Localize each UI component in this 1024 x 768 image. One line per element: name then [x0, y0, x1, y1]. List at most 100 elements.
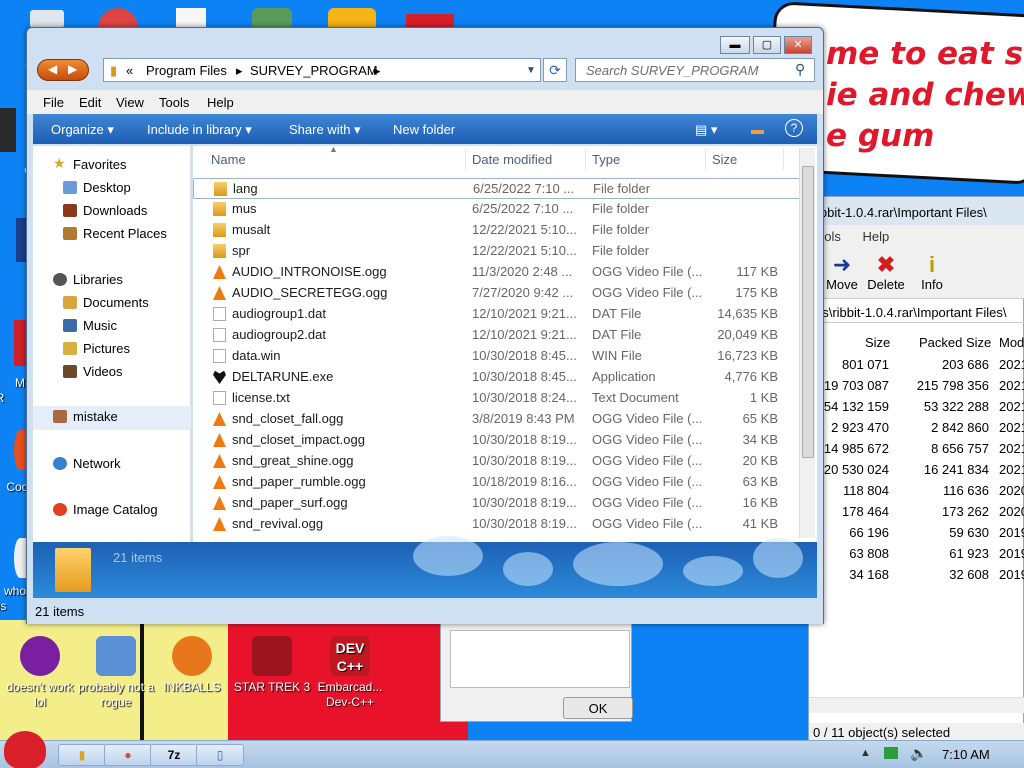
file-row[interactable]: snd_paper_rumble.ogg 10/18/2019 8:16... OG… [193, 472, 803, 493]
col-size[interactable]: Size [865, 335, 890, 350]
address-dropdown-icon[interactable]: ▼ [526, 65, 536, 76]
col-modified[interactable]: Mod [999, 335, 1024, 350]
back-forward-buttons[interactable]: ◀ ▶ [37, 59, 89, 81]
nav-mistake[interactable]: mistake [33, 406, 191, 430]
file-row[interactable]: audiogroup2.dat 12/10/2021 9:21... DAT Fil… [193, 325, 803, 346]
info-button[interactable]: i Info [909, 253, 955, 293]
include-library-button[interactable]: Include in library ▾ [147, 122, 252, 138]
file-row[interactable]: lang 6/25/2022 7:10 ... File folder [193, 178, 803, 199]
vertical-scrollbar[interactable] [799, 148, 815, 538]
nav-recent-places[interactable]: Recent Places [33, 223, 191, 245]
organize-button[interactable]: Organize ▾ [51, 122, 114, 138]
desktop-icon-probably[interactable]: probably not a rogue [76, 636, 156, 710]
breadcrumb-program-files[interactable]: Program Files [146, 63, 227, 78]
file-row[interactable]: data.win 10/30/2018 8:45... WIN File 16,723… [193, 346, 803, 367]
nav-music[interactable]: Music [33, 315, 191, 337]
tray-expand-icon[interactable]: ▲ [860, 747, 871, 759]
archive-row[interactable]: 19 703 087 215 798 356 2021 [809, 376, 1024, 397]
file-row[interactable]: mus 6/25/2022 7:10 ... File folder [193, 199, 803, 220]
file-row[interactable]: snd_paper_surf.ogg 10/30/2018 8:19... OGG … [193, 493, 803, 514]
archive-hscrollbar[interactable] [809, 697, 1024, 713]
desktop-icon-devcpp[interactable]: DEV C++ Embarcad... Dev-C++ [310, 636, 390, 710]
file-row[interactable]: DELTARUNE.exe 10/30/2018 8:45... Applicati… [193, 367, 803, 388]
delete-button[interactable]: ✖ Delete [863, 253, 909, 293]
file-row[interactable]: license.txt 10/30/2018 8:24... Text Docume… [193, 388, 803, 409]
maximize-button[interactable]: ▢ [753, 36, 781, 54]
archive-row[interactable]: 2 923 470 2 842 860 2021 [809, 418, 1024, 439]
breadcrumb-survey-program[interactable]: SURVEY_PROGRAM [250, 63, 378, 78]
nav-favorites[interactable]: ★ Favorites [33, 154, 191, 176]
archive-row[interactable]: 20 530 024 16 241 834 2021 [809, 460, 1024, 481]
file-row[interactable]: snd_closet_fall.ogg 3/8/2019 8:43 PM OGG V… [193, 409, 803, 430]
column-separator[interactable] [585, 148, 586, 170]
nav-desktop[interactable]: Desktop [33, 177, 191, 199]
taskbar-chrome-button[interactable]: ● [104, 744, 152, 766]
nav-pictures[interactable]: Pictures [33, 338, 191, 360]
file-row[interactable]: spr 12/22/2021 5:10... File folder [193, 241, 803, 262]
forward-arrow-icon[interactable]: ▶ [68, 62, 77, 76]
explorer-window[interactable]: ▬ ▢ ✕ ◀ ▶ ▮ « Program Files ▸ SURVEY_PRO… [26, 27, 824, 624]
start-button-angry-bird-icon[interactable] [4, 731, 46, 768]
column-separator[interactable] [783, 148, 784, 170]
archive-path[interactable]: ds\ribbit-1.0.4.rar\Important Files\ [809, 303, 1024, 323]
desktop-icon-yahoo[interactable]: doesn't work lol [0, 636, 80, 710]
archive-row[interactable]: 178 464 173 262 2020 [809, 502, 1024, 523]
archive-row[interactable]: 34 168 32 608 2019 [809, 565, 1024, 586]
taskbar-clock[interactable]: 7:10 AM [942, 747, 990, 762]
menu-tools[interactable]: Tools [159, 95, 189, 110]
file-row[interactable]: snd_closet_impact.ogg 10/30/2018 8:19... O… [193, 430, 803, 451]
refresh-button[interactable]: ⟳ [543, 58, 567, 82]
nav-image-catalog[interactable]: Image Catalog [33, 499, 191, 521]
ok-button[interactable]: OK [563, 697, 633, 719]
move-button[interactable]: ➜ Move [819, 253, 865, 293]
view-options-icon[interactable]: ▤ ▾ [695, 122, 717, 138]
file-row[interactable]: audiogroup1.dat 12/10/2021 9:21... DAT Fil… [193, 304, 803, 325]
file-row[interactable]: snd_revival.ogg 10/30/2018 8:19... OGG Vid… [193, 514, 803, 535]
column-date-modified[interactable]: Date modified [472, 152, 552, 167]
archive-row[interactable]: 63 808 61 923 2019 [809, 544, 1024, 565]
file-row[interactable]: AUDIO_SECRETEGG.ogg 7/27/2020 9:42 ... OGG… [193, 283, 803, 304]
nav-videos[interactable]: Videos [33, 361, 191, 383]
nav-documents[interactable]: Documents [33, 292, 191, 314]
breadcrumb-separator-icon[interactable]: ▸ [374, 63, 381, 79]
nav-downloads[interactable]: Downloads [33, 200, 191, 222]
share-with-button[interactable]: Share with ▾ [289, 122, 361, 138]
taskbar-notepad-button[interactable]: ▯ [196, 744, 244, 766]
scrollbar-thumb[interactable] [802, 166, 814, 458]
back-arrow-icon[interactable]: ◀ [48, 62, 57, 76]
archive-row[interactable]: 118 804 116 636 2020 [809, 481, 1024, 502]
menu-help[interactable]: Help [207, 95, 234, 110]
column-type[interactable]: Type [592, 152, 620, 167]
archive-row[interactable]: 801 071 203 686 2021 [809, 355, 1024, 376]
search-icon[interactable]: ⚲ [795, 61, 805, 78]
column-name[interactable]: Name [211, 152, 246, 167]
file-row[interactable]: AUDIO_INTRONOISE.ogg 11/3/2020 2:48 ... OG… [193, 262, 803, 283]
minimize-button[interactable]: ▬ [720, 36, 750, 54]
taskbar-7zip-button[interactable]: 7z [150, 744, 198, 766]
breadcrumb-separator-icon[interactable]: ▸ [236, 63, 243, 79]
nav-network[interactable]: Network [33, 453, 191, 475]
taskbar-explorer-button[interactable]: ▮ [58, 744, 106, 766]
archive-row[interactable]: 66 196 59 630 2019 [809, 523, 1024, 544]
address-bar[interactable]: ▮ « Program Files ▸ SURVEY_PROGRAM ▸ ▼ [103, 58, 541, 82]
menu-help[interactable]: Help [862, 229, 889, 244]
column-separator[interactable] [465, 148, 466, 170]
col-packed[interactable]: Packed Size [919, 335, 991, 350]
desktop-icon-inkballs[interactable]: INKBALLS [152, 636, 232, 695]
tray-battery-icon[interactable] [884, 747, 898, 759]
tray-volume-icon[interactable]: 🔈 [910, 745, 927, 762]
column-separator[interactable] [705, 148, 706, 170]
search-input[interactable]: Search SURVEY_PROGRAM [575, 58, 815, 82]
menu-view[interactable]: View [116, 95, 144, 110]
file-row[interactable]: snd_great_shine.ogg 10/30/2018 8:19... OGG… [193, 451, 803, 472]
menu-edit[interactable]: Edit [79, 95, 101, 110]
archive-row[interactable]: 54 132 159 53 322 288 2021 [809, 397, 1024, 418]
menu-file[interactable]: File [43, 95, 64, 110]
preview-pane-icon[interactable]: ▬ [751, 122, 764, 137]
desktop-icon-star-trek[interactable]: STAR TREK 3 [232, 636, 312, 695]
archive-window[interactable]: ibbit-1.0.4.rar\Important Files\ ools He… [808, 196, 1024, 741]
archive-row[interactable]: 14 985 672 8 656 757 2021 [809, 439, 1024, 460]
help-icon[interactable]: ? [785, 119, 803, 137]
nav-libraries[interactable]: Libraries [33, 269, 191, 291]
column-size[interactable]: Size [712, 152, 737, 167]
